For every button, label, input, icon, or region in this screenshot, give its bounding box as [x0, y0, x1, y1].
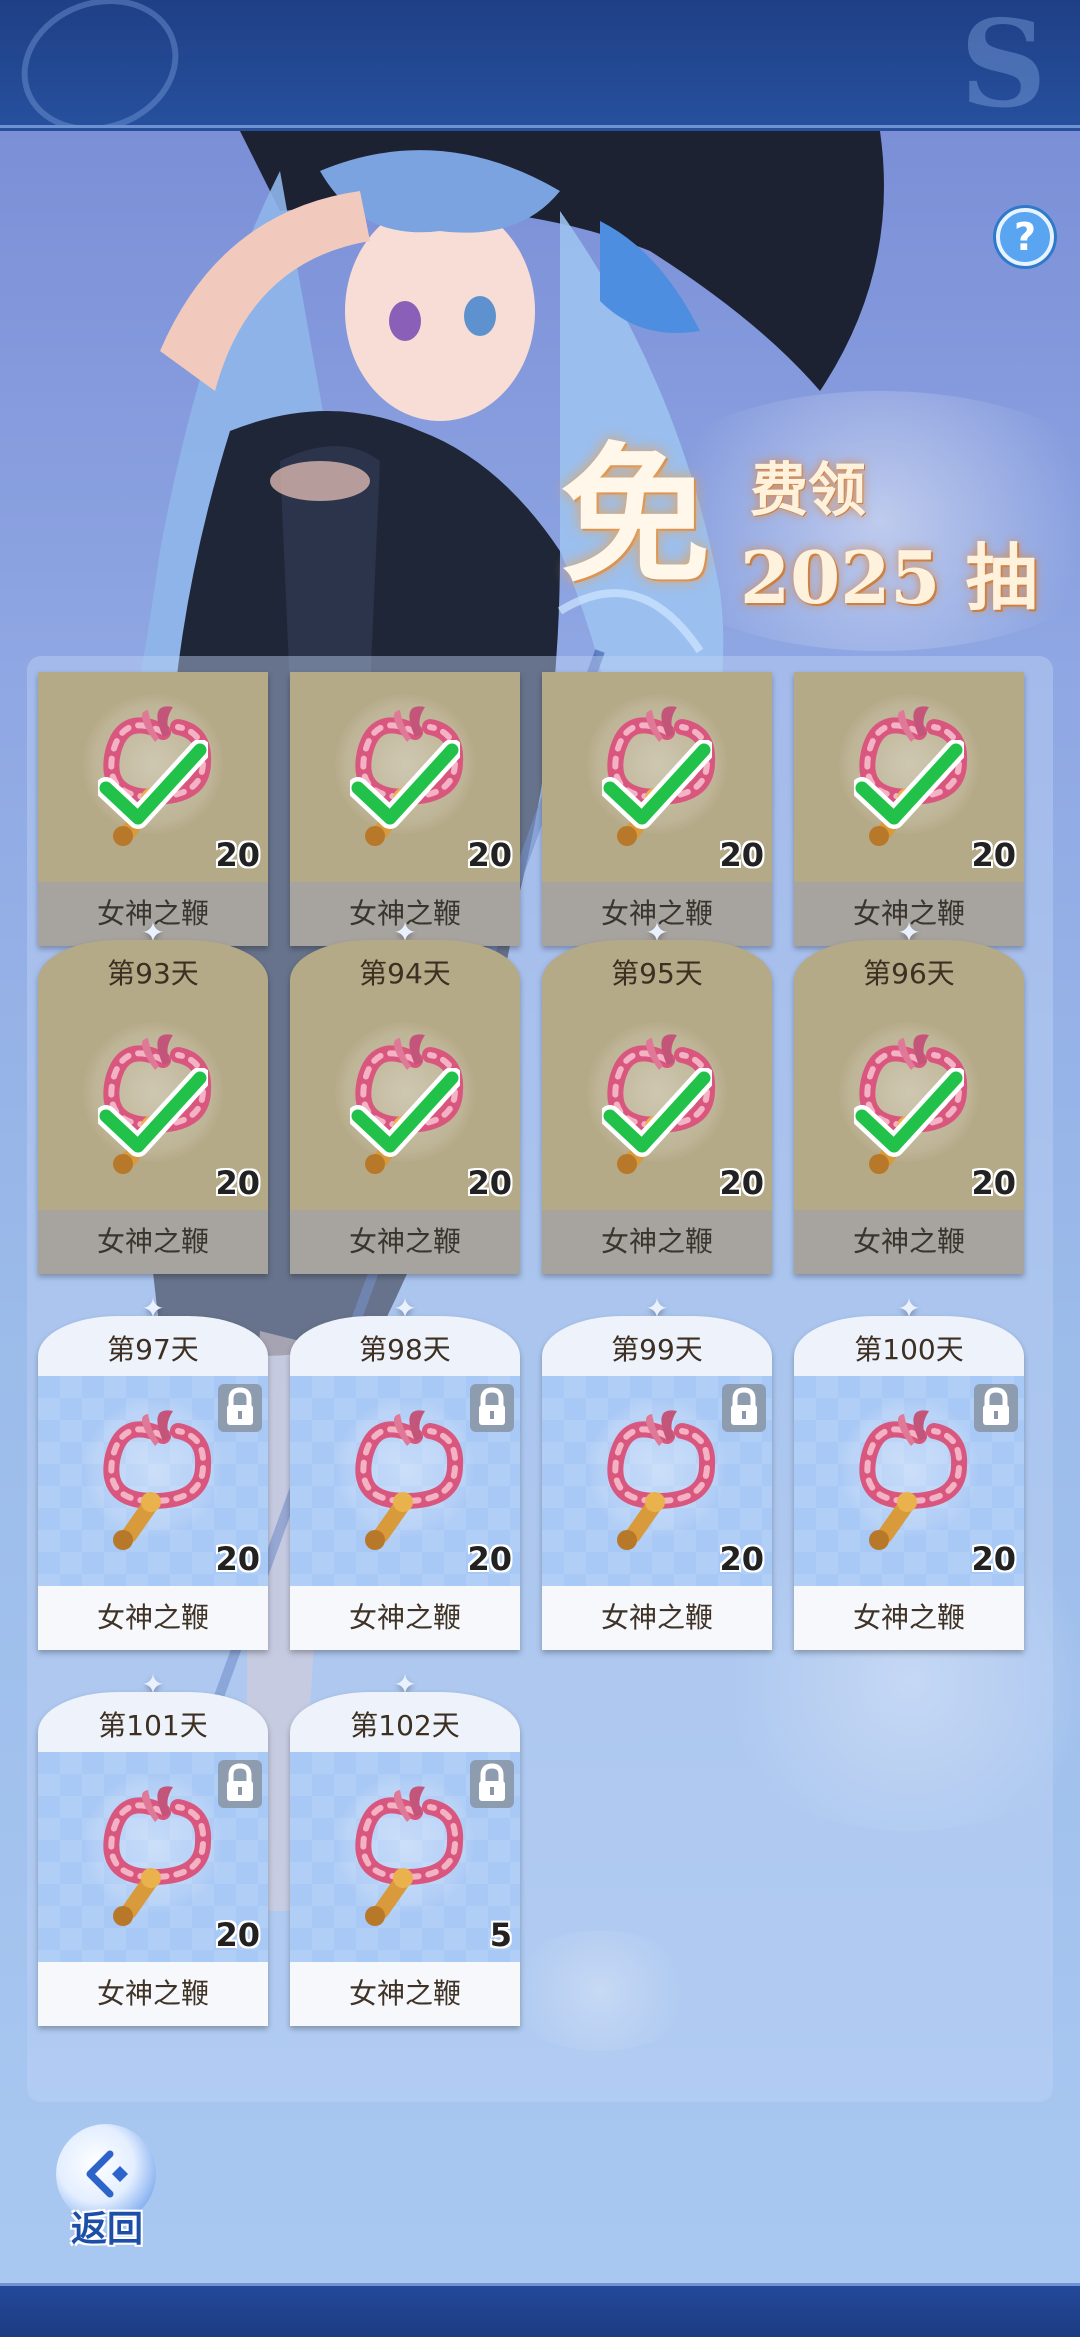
reward-card[interactable]: ✦ 第97天 20 女神之鞭 [38, 1294, 268, 1650]
reward-item-slot: 20 [38, 1000, 268, 1210]
claimed-check-icon [854, 1068, 964, 1157]
reward-item-slot: 20 [290, 672, 520, 882]
reward-day-label: 第96天 [794, 940, 1024, 1000]
lock-icon [470, 1760, 514, 1808]
reward-item-slot: 20 [542, 1376, 772, 1586]
reward-quantity: 20 [215, 836, 260, 874]
claimed-check-icon [350, 740, 460, 829]
reward-item-name: 女神之鞭 [38, 1210, 268, 1274]
claimed-check-icon [602, 740, 712, 829]
lock-icon [218, 1384, 262, 1432]
reward-day-label: 第101天 [38, 1692, 268, 1752]
reward-day-label: 第100天 [794, 1316, 1024, 1376]
reward-item-slot: 20 [38, 1376, 268, 1586]
question-icon[interactable]: ? [996, 208, 1054, 266]
reward-item-name: 女神之鞭 [542, 1586, 772, 1650]
reward-item-slot: 20 [794, 1000, 1024, 1210]
reward-item-slot: 20 [38, 672, 268, 882]
reward-item-name: 女神之鞭 [290, 1210, 520, 1274]
whip-icon [355, 1786, 464, 1926]
claimed-check-icon [98, 740, 208, 829]
reward-item-slot: 20 [542, 672, 772, 882]
reward-card[interactable]: ✦ 第98天 20 女神之鞭 [290, 1294, 520, 1650]
reward-card[interactable]: 20 女神之鞭 [38, 672, 268, 946]
promo-line-2: 2025 抽 [740, 535, 1038, 620]
lock-icon [722, 1384, 766, 1432]
reward-item-name: 女神之鞭 [794, 1210, 1024, 1274]
reward-quantity: 20 [971, 836, 1016, 874]
swirl-decoration-icon: S [960, 0, 1047, 128]
claimed-check-icon [854, 740, 964, 829]
reward-card[interactable]: ✦ 第93天 20 女神之鞭 [38, 918, 268, 1274]
reward-item-slot: 20 [38, 1752, 268, 1962]
back-arrow-icon [86, 2150, 128, 2198]
lock-icon [470, 1384, 514, 1432]
reward-quantity: 5 [489, 1916, 512, 1954]
bottom-bar [0, 2283, 1080, 2337]
back-button-label: 返回 [70, 2209, 143, 2250]
reward-quantity: 20 [719, 1164, 764, 1202]
whip-icon [355, 1410, 464, 1550]
whip-icon [103, 1786, 212, 1926]
reward-day-label: 第102天 [290, 1692, 520, 1752]
reward-item-name: 女神之鞭 [290, 1586, 520, 1650]
whip-icon [103, 1410, 212, 1550]
whip-icon [859, 1410, 968, 1550]
reward-item-slot: 20 [290, 1376, 520, 1586]
reward-quantity: 20 [467, 1540, 512, 1578]
reward-item-slot: 5 [290, 1752, 520, 1962]
reward-day-label: 第98天 [290, 1316, 520, 1376]
claimed-check-icon [98, 1068, 208, 1157]
reward-quantity: 20 [971, 1540, 1016, 1578]
reward-quantity: 20 [467, 836, 512, 874]
free-pulls-banner: 免 费领 2025 抽 [560, 421, 1060, 621]
reward-day-label: 第99天 [542, 1316, 772, 1376]
reward-quantity: 20 [719, 836, 764, 874]
claimed-check-icon [602, 1068, 712, 1157]
reward-day-label: 第97天 [38, 1316, 268, 1376]
reward-card[interactable]: 20 女神之鞭 [290, 672, 520, 946]
promo-big-char: 免 [560, 428, 711, 604]
reward-item-name: 女神之鞭 [38, 1962, 268, 2026]
reward-day-label: 第94天 [290, 940, 520, 1000]
reward-day-label: 第95天 [542, 940, 772, 1000]
reward-card[interactable]: ✦ 第100天 20 女神之鞭 [794, 1294, 1024, 1650]
reward-item-name: 女神之鞭 [542, 1210, 772, 1274]
reward-item-slot: 20 [794, 1376, 1024, 1586]
lock-icon [218, 1760, 262, 1808]
reward-item-slot: 20 [794, 672, 1024, 882]
reward-quantity: 20 [971, 1164, 1016, 1202]
reward-quantity: 20 [215, 1540, 260, 1578]
reward-item-name: 女神之鞭 [38, 1586, 268, 1650]
reward-item-slot: 20 [290, 1000, 520, 1210]
reward-quantity: 20 [467, 1164, 512, 1202]
reward-card[interactable]: 20 女神之鞭 [542, 672, 772, 946]
claimed-check-icon [350, 1068, 460, 1157]
whip-icon [607, 1410, 716, 1550]
reward-card[interactable]: ✦ 第101天 20 女神之鞭 [38, 1670, 268, 2026]
reward-item-name: 女神之鞭 [290, 1962, 520, 2026]
reward-quantity: 20 [215, 1916, 260, 1954]
reward-card[interactable]: ✦ 第95天 20 女神之鞭 [542, 918, 772, 1274]
back-button[interactable]: 返回 [52, 2124, 162, 2254]
reward-quantity: 20 [719, 1540, 764, 1578]
reward-card[interactable]: 20 女神之鞭 [794, 672, 1024, 946]
reward-card[interactable]: ✦ 第94天 20 女神之鞭 [290, 918, 520, 1274]
heart-decoration-icon [2, 0, 198, 125]
reward-card[interactable]: ✦ 第99天 20 女神之鞭 [542, 1294, 772, 1650]
reward-item-slot: 20 [542, 1000, 772, 1210]
reward-quantity: 20 [215, 1164, 260, 1202]
reward-card[interactable]: ✦ 第96天 20 女神之鞭 [794, 918, 1024, 1274]
lock-icon [974, 1384, 1018, 1432]
promo-line-1: 费领 [750, 456, 867, 524]
reward-item-name: 女神之鞭 [794, 1586, 1024, 1650]
reward-day-label: 第93天 [38, 940, 268, 1000]
top-bar: S [0, 0, 1080, 128]
reward-card[interactable]: ✦ 第102天 5 女神之鞭 [290, 1670, 520, 2026]
